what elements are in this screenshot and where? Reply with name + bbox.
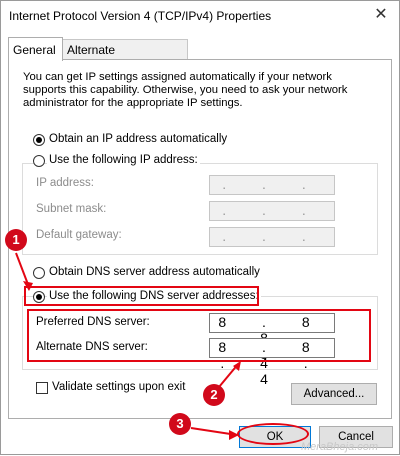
step-2-badge: 2 <box>203 384 225 406</box>
validate-settings-label[interactable]: Validate settings upon exit <box>50 381 188 393</box>
default-gateway-field[interactable]: . . . <box>209 227 335 247</box>
validate-settings-checkbox[interactable] <box>36 382 48 394</box>
ok-highlight-ellipse <box>237 423 309 445</box>
dns-radio-highlight-box <box>24 286 259 306</box>
tab-alternate-configuration[interactable]: Alternate Configuration <box>62 39 188 78</box>
use-following-ip-label[interactable]: Use the following IP address: <box>47 154 200 166</box>
default-gateway-label: Default gateway: <box>34 229 124 241</box>
advanced-button[interactable]: Advanced... <box>291 383 377 405</box>
properties-dialog: Internet Protocol Version 4 (TCP/IPv4) P… <box>0 0 400 455</box>
obtain-ip-auto-label[interactable]: Obtain an IP address automatically <box>47 133 230 145</box>
window-title: Internet Protocol Version 4 (TCP/IPv4) P… <box>9 9 272 23</box>
obtain-dns-auto-label[interactable]: Obtain DNS server address automatically <box>47 266 262 278</box>
ip-address-field[interactable]: . . . <box>209 175 335 195</box>
close-icon[interactable]: ✕ <box>371 5 391 25</box>
obtain-ip-auto-radio[interactable] <box>33 134 45 146</box>
tab-general[interactable]: General <box>8 37 63 61</box>
use-following-ip-radio[interactable] <box>33 155 45 167</box>
obtain-dns-auto-radio[interactable] <box>33 267 45 279</box>
intro-text: You can get IP settings assigned automat… <box>23 71 348 109</box>
watermark: MeraBheja.com <box>301 441 379 453</box>
subnet-mask-label: Subnet mask: <box>34 203 109 215</box>
title-bar: Internet Protocol Version 4 (TCP/IPv4) P… <box>1 1 399 31</box>
step-3-badge: 3 <box>169 413 191 435</box>
radio-selected-dot <box>36 137 42 143</box>
ip-address-label: IP address: <box>34 177 96 189</box>
subnet-mask-field[interactable]: . . . <box>209 201 335 221</box>
step-1-badge: 1 <box>5 229 27 251</box>
step3-arrow <box>190 427 238 436</box>
dns-fields-highlight-box <box>27 309 371 362</box>
